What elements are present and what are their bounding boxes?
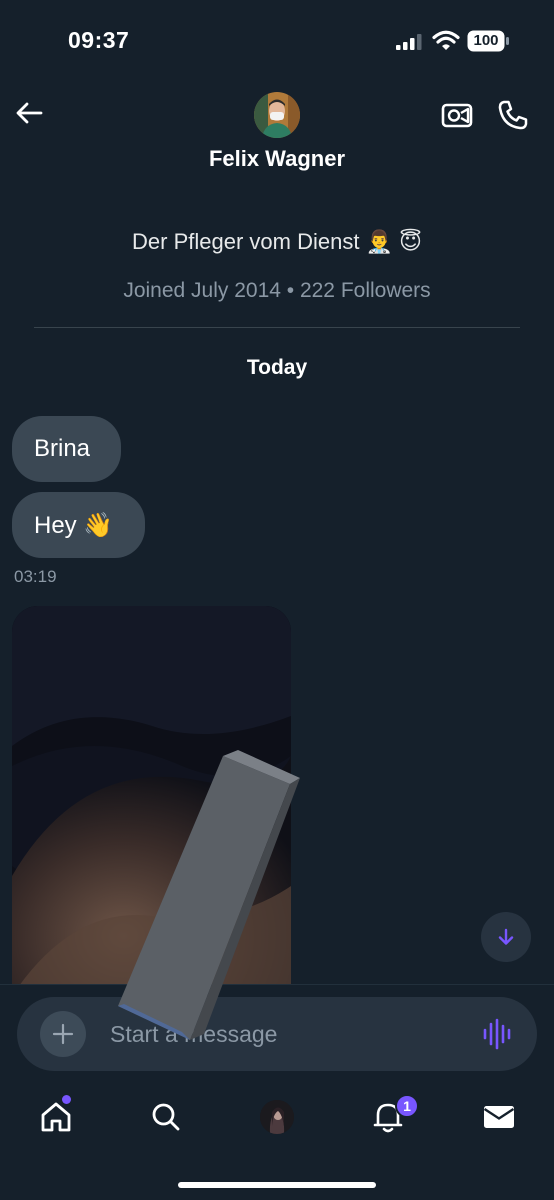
unread-dot — [62, 1095, 71, 1104]
voice-call-button[interactable] — [496, 98, 530, 132]
notification-badge: 1 — [395, 1094, 419, 1118]
battery-icon: 100 — [467, 30, 509, 52]
home-icon — [41, 1102, 71, 1132]
profile-meta: Joined July 2014 • 222 Followers — [123, 279, 431, 302]
profile-bio: Der Pfleger vom Dienst 👨‍⚕️ 😇 — [132, 229, 422, 254]
video-call-button[interactable] — [440, 98, 474, 132]
status-time: 09:37 — [68, 27, 130, 53]
search-icon — [152, 1103, 180, 1131]
battery-level: 100 — [473, 32, 499, 49]
voice-message-button[interactable] — [482, 1018, 512, 1050]
audio-waveform-icon — [483, 1018, 511, 1050]
envelope-icon — [483, 1106, 515, 1128]
media-message-image[interactable] — [12, 606, 291, 996]
divider — [34, 327, 520, 328]
avatar[interactable] — [254, 92, 300, 138]
cellular-signal-icon — [396, 34, 422, 50]
message-input[interactable] — [110, 1014, 460, 1054]
nav-profile[interactable] — [255, 1095, 299, 1139]
contact-name: Felix Wagner — [208, 146, 346, 171]
video-camera-icon — [441, 103, 473, 128]
arrow-left-icon — [16, 102, 43, 124]
home-indicator — [178, 1182, 376, 1188]
wifi-icon — [432, 30, 460, 50]
arrow-down-icon — [498, 928, 514, 945]
add-media-button[interactable] — [40, 1011, 86, 1057]
back-button[interactable] — [12, 96, 46, 130]
message-bubble[interactable]: Hey 👋 — [12, 492, 145, 558]
day-separator: Today — [246, 356, 308, 379]
scroll-to-bottom-button[interactable] — [481, 912, 531, 962]
phone-icon — [498, 100, 528, 130]
nav-home[interactable] — [34, 1095, 78, 1139]
user-avatar-icon — [260, 1100, 294, 1134]
nav-search[interactable] — [144, 1095, 188, 1139]
message-bubble[interactable]: Brina — [12, 416, 121, 482]
plus-icon — [52, 1023, 74, 1045]
nav-messages[interactable] — [477, 1095, 521, 1139]
message-timestamp: 03:19 — [14, 567, 57, 586]
